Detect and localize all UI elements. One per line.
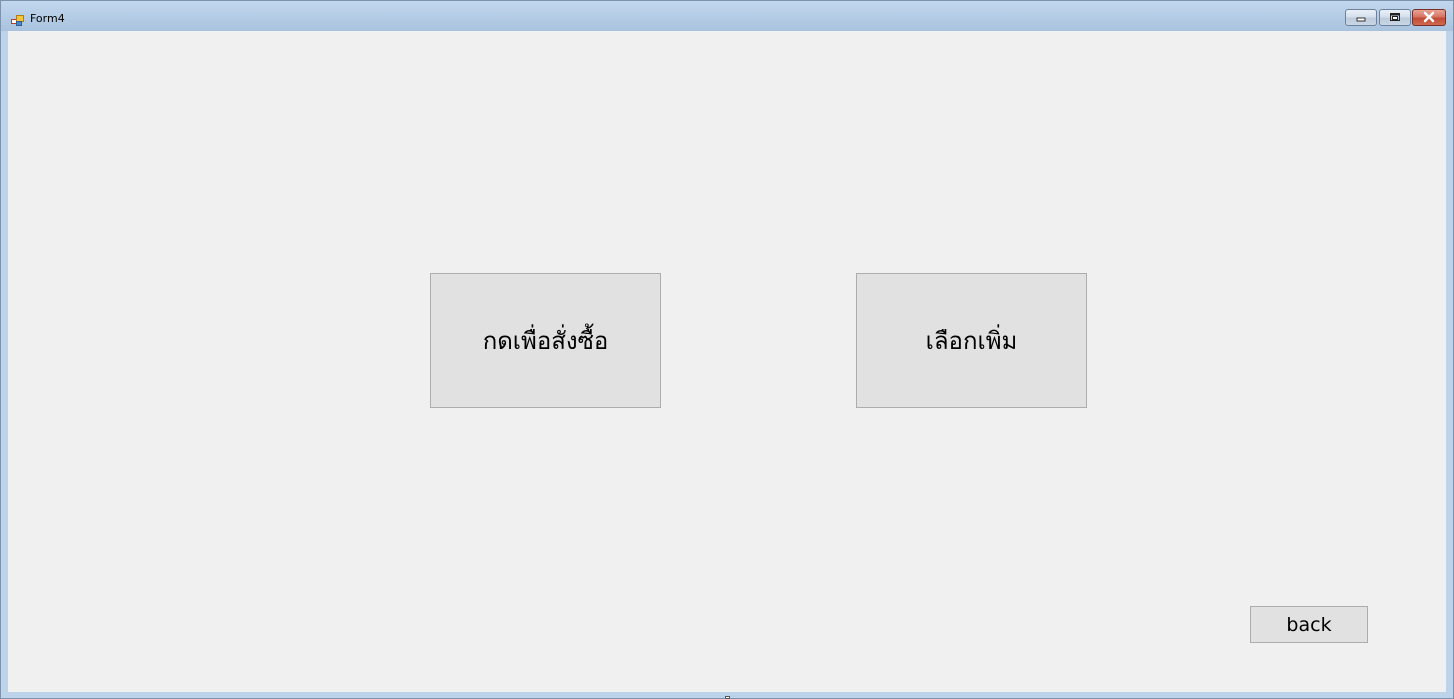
minimize-button[interactable] bbox=[1345, 9, 1377, 26]
close-icon bbox=[1423, 11, 1435, 23]
app-form-icon[interactable] bbox=[11, 12, 25, 26]
window-title: Form4 bbox=[30, 12, 65, 25]
back-button[interactable]: back bbox=[1250, 606, 1368, 643]
minimize-icon bbox=[1356, 17, 1366, 22]
title-bar[interactable]: Form4 bbox=[1, 1, 1453, 31]
app-window: Form4 กดเพื่อสั่งซื้อ เลือกเพิ่ม back bbox=[0, 0, 1454, 699]
restore-icon bbox=[1390, 13, 1400, 21]
select-more-button[interactable]: เลือกเพิ่ม bbox=[856, 273, 1087, 408]
order-button[interactable]: กดเพื่อสั่งซื้อ bbox=[430, 273, 661, 408]
restore-button[interactable] bbox=[1379, 9, 1411, 26]
close-button[interactable] bbox=[1412, 9, 1446, 26]
form-client-area: กดเพื่อสั่งซื้อ เลือกเพิ่ม back bbox=[8, 31, 1446, 692]
